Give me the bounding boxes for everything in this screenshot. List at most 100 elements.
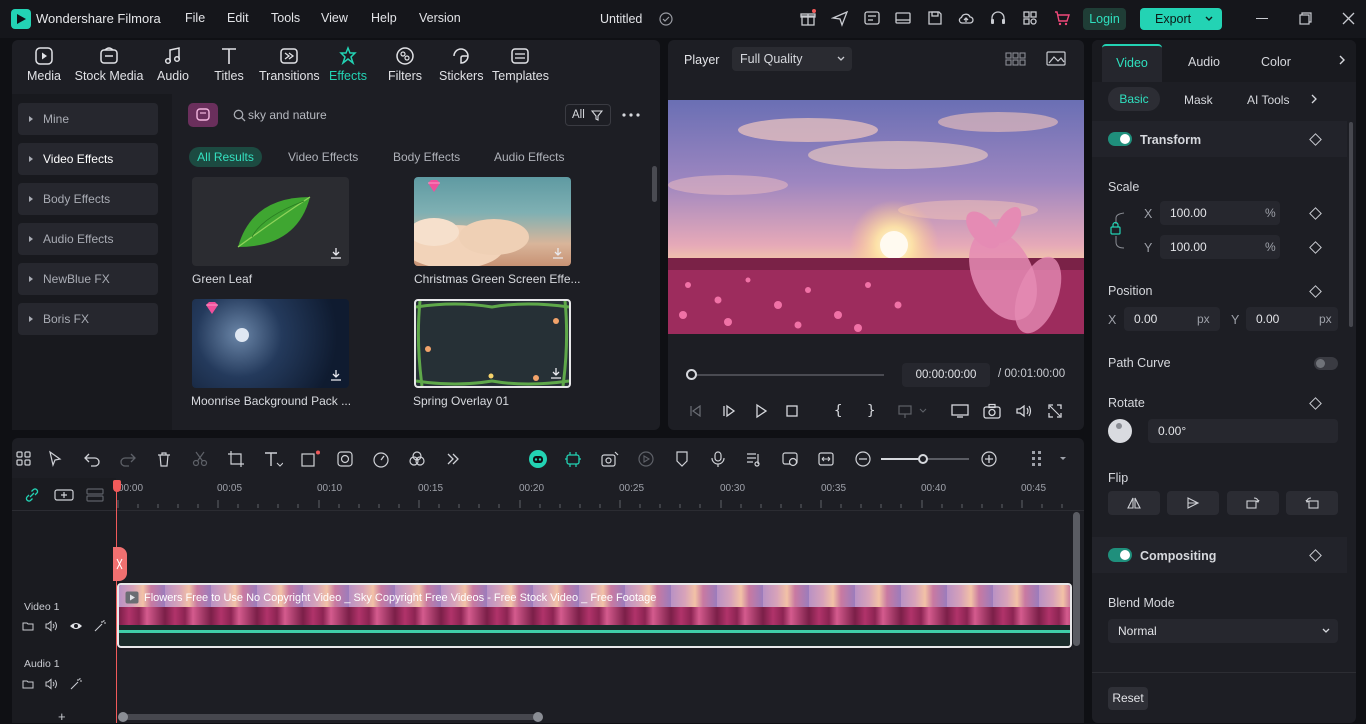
text-tool-icon[interactable]	[263, 450, 283, 468]
speed-icon[interactable]	[372, 450, 390, 468]
timeline-vertical-scrollbar[interactable]	[1073, 512, 1080, 646]
prev-frame-icon[interactable]	[688, 403, 704, 419]
voiceover-mic-icon[interactable]	[709, 450, 727, 468]
tab-stickers[interactable]: Stickers	[439, 46, 483, 83]
effect-green-leaf-thumb[interactable]	[192, 177, 349, 266]
rotate-clockwise-button[interactable]	[1227, 491, 1279, 515]
more-options-icon[interactable]	[622, 113, 640, 117]
delete-icon[interactable]	[155, 450, 173, 468]
redo-icon[interactable]	[119, 450, 137, 468]
tab-color[interactable]: Color	[1261, 55, 1291, 69]
crop-icon[interactable]	[227, 450, 245, 468]
track-mute-icon[interactable]	[45, 678, 59, 690]
add-track-icon[interactable]	[54, 487, 74, 503]
smart-cutout-icon[interactable]	[600, 450, 619, 468]
transform-toggle[interactable]	[1108, 132, 1132, 146]
select-tool-icon[interactable]	[47, 450, 65, 468]
download-icon[interactable]	[329, 246, 343, 260]
zoom-out-icon[interactable]	[854, 450, 872, 468]
reset-button[interactable]: Reset	[1108, 687, 1148, 710]
gift-icon[interactable]	[799, 9, 819, 29]
cart-icon[interactable]	[1053, 9, 1073, 29]
stop-icon[interactable]	[784, 403, 800, 419]
cloud-tasks-icon[interactable]	[863, 9, 883, 29]
fit-timeline-icon[interactable]	[817, 450, 835, 468]
track-effects-icon[interactable]	[69, 678, 83, 690]
playhead-handle[interactable]	[113, 480, 121, 492]
properties-scrollbar[interactable]	[1349, 122, 1353, 327]
quality-dropdown[interactable]: Full Quality	[732, 47, 852, 71]
more-tools-icon[interactable]	[444, 450, 462, 468]
sidebar-item-mine[interactable]: Mine	[18, 103, 158, 135]
grid-view-icon[interactable]	[1005, 51, 1027, 67]
tab-transitions[interactable]: Transitions	[259, 46, 320, 83]
render-preview-icon[interactable]	[637, 450, 655, 468]
tab-video[interactable]: Video	[1102, 44, 1162, 82]
zoom-in-icon[interactable]	[980, 450, 998, 468]
snapshot-camera-icon[interactable]	[983, 403, 1001, 419]
filter-dropdown[interactable]: All	[565, 104, 611, 126]
tab-titles[interactable]: Titles	[211, 46, 247, 83]
effect-moonrise-thumb[interactable]	[192, 299, 349, 388]
flip-horizontal-button[interactable]	[1108, 491, 1160, 515]
search-input[interactable]	[248, 105, 548, 125]
tab-filters[interactable]: Filters	[386, 46, 424, 83]
flip-vertical-button[interactable]	[1167, 491, 1219, 515]
tab-body-effects[interactable]: Body Effects	[393, 147, 460, 167]
sidebar-item-newblue-fx[interactable]: NewBlue FX	[18, 263, 158, 295]
layout-grid-icon[interactable]	[15, 450, 33, 468]
play-from-start-icon[interactable]	[721, 403, 737, 419]
scrollbar-right-handle[interactable]	[533, 712, 543, 722]
fullscreen-icon[interactable]	[1047, 403, 1063, 419]
timeline-settings-icon[interactable]	[1030, 450, 1066, 468]
save-icon[interactable]	[926, 9, 946, 29]
add-track-plus-icon[interactable]: +	[58, 710, 66, 723]
tab-audio-properties[interactable]: Audio	[1188, 55, 1220, 69]
blend-mode-dropdown[interactable]: Normal	[1108, 619, 1338, 643]
export-button[interactable]: Export	[1140, 8, 1222, 30]
lock-aspect-icon[interactable]	[1110, 210, 1134, 252]
shape-tool-icon[interactable]	[300, 450, 320, 468]
tab-stock-media[interactable]: Stock Media	[73, 46, 145, 83]
tab-audio-effects[interactable]: Audio Effects	[494, 147, 565, 167]
download-icon[interactable]	[551, 246, 565, 260]
menu-edit[interactable]: Edit	[227, 11, 249, 25]
cut-icon[interactable]	[191, 450, 209, 468]
path-curve-toggle[interactable]	[1314, 357, 1338, 370]
rotate-dial[interactable]	[1108, 419, 1132, 443]
display-settings-icon[interactable]	[951, 403, 969, 419]
track-folder-icon[interactable]	[22, 620, 34, 632]
rotate-input[interactable]: 0.00°	[1148, 419, 1338, 443]
chevron-right-icon[interactable]	[1337, 54, 1347, 66]
chevron-down-icon[interactable]	[1204, 14, 1214, 24]
library-scrollbar[interactable]	[652, 166, 657, 202]
menu-version[interactable]: Version	[419, 11, 461, 25]
auto-highlight-icon[interactable]	[564, 450, 582, 468]
track-manager-icon[interactable]	[86, 487, 104, 503]
tab-media[interactable]: Media	[22, 46, 66, 83]
timeline-horizontal-scrollbar[interactable]	[118, 712, 543, 722]
audio-mix-icon[interactable]	[745, 450, 763, 468]
scale-x-input[interactable]: 100.00 %	[1160, 201, 1280, 225]
compositing-toggle[interactable]	[1108, 548, 1132, 562]
sidebar-item-video-effects[interactable]: Video Effects	[18, 143, 158, 175]
scrollbar-left-handle[interactable]	[118, 712, 128, 722]
mask-tool-icon[interactable]	[336, 450, 354, 468]
mark-in-icon[interactable]: {	[834, 403, 842, 419]
apps-grid-icon[interactable]	[1021, 9, 1041, 29]
pip-icon[interactable]	[781, 450, 799, 468]
effect-christmas-green-screen-thumb[interactable]	[414, 177, 571, 266]
sidebar-item-boris-fx[interactable]: Boris FX	[18, 303, 158, 335]
download-icon[interactable]	[329, 368, 343, 382]
subtab-basic[interactable]: Basic	[1108, 87, 1160, 111]
sidebar-item-audio-effects[interactable]: Audio Effects	[18, 223, 158, 255]
snapshot-view-icon[interactable]	[1046, 51, 1066, 67]
track-effects-icon[interactable]	[93, 620, 107, 632]
tab-all-results[interactable]: All Results	[189, 147, 262, 167]
mark-out-icon[interactable]: }	[867, 403, 875, 419]
headset-icon[interactable]	[989, 9, 1009, 29]
video-preview[interactable]	[668, 100, 1084, 334]
tab-templates[interactable]: Templates	[492, 46, 549, 83]
menu-file[interactable]: File	[185, 11, 205, 25]
effect-spring-overlay-thumb[interactable]	[414, 299, 571, 388]
